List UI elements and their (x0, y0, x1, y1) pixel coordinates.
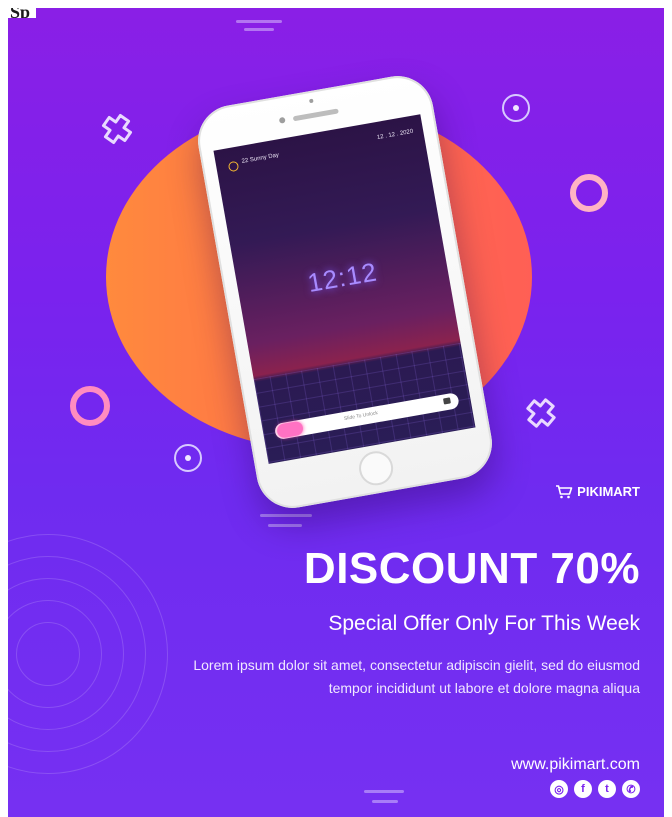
facebook-icon[interactable]: f (574, 780, 592, 798)
clock-text: 12:12 (305, 256, 380, 299)
website-url[interactable]: www.pikimart.com (511, 756, 640, 774)
decor-dash-mid-2 (268, 524, 302, 527)
ring-icon (570, 174, 608, 212)
dot-ring-icon (502, 94, 530, 122)
decor-dash-bottom-1 (364, 790, 404, 793)
decor-dash-top-1 (236, 20, 282, 23)
instagram-icon[interactable]: ◎ (550, 780, 568, 798)
lock-icon (443, 397, 451, 405)
header-partial-text: Sp (8, 8, 37, 18)
promo-poster: Sp 22 Sunny Day 12 . 12 . 2020 12:12 Sli… (8, 8, 664, 817)
sun-icon (227, 160, 240, 173)
social-icons: ◎ f t ✆ (550, 780, 640, 798)
decor-dash-top-2 (244, 28, 274, 31)
decor-dash-mid-1 (260, 514, 312, 517)
brand-name: PIKIMART (577, 484, 640, 499)
twitter-icon[interactable]: t (598, 780, 616, 798)
ring-icon (70, 386, 110, 426)
cross-icon (101, 113, 133, 145)
date-text: 12 . 12 . 2020 (376, 128, 414, 142)
concentric-circles (8, 534, 168, 774)
headline: DISCOUNT 70% (303, 544, 640, 593)
slider-text: Slide To Unlock (343, 410, 379, 423)
cart-icon (556, 484, 573, 498)
phone-mockup: 22 Sunny Day 12 . 12 . 2020 12:12 Slide … (192, 70, 498, 514)
whatsapp-icon[interactable]: ✆ (622, 780, 640, 798)
cross-icon (526, 398, 556, 428)
body-copy: Lorem ipsum dolor sit amet, consectetur … (193, 657, 640, 696)
decor-dash-bottom-2 (372, 800, 398, 803)
weather-text: 22 Sunny Day (241, 152, 280, 165)
subhead: Special Offer Only For This Week (328, 612, 640, 635)
brand: PIKIMART (555, 484, 640, 499)
dot-ring-icon (174, 444, 202, 472)
